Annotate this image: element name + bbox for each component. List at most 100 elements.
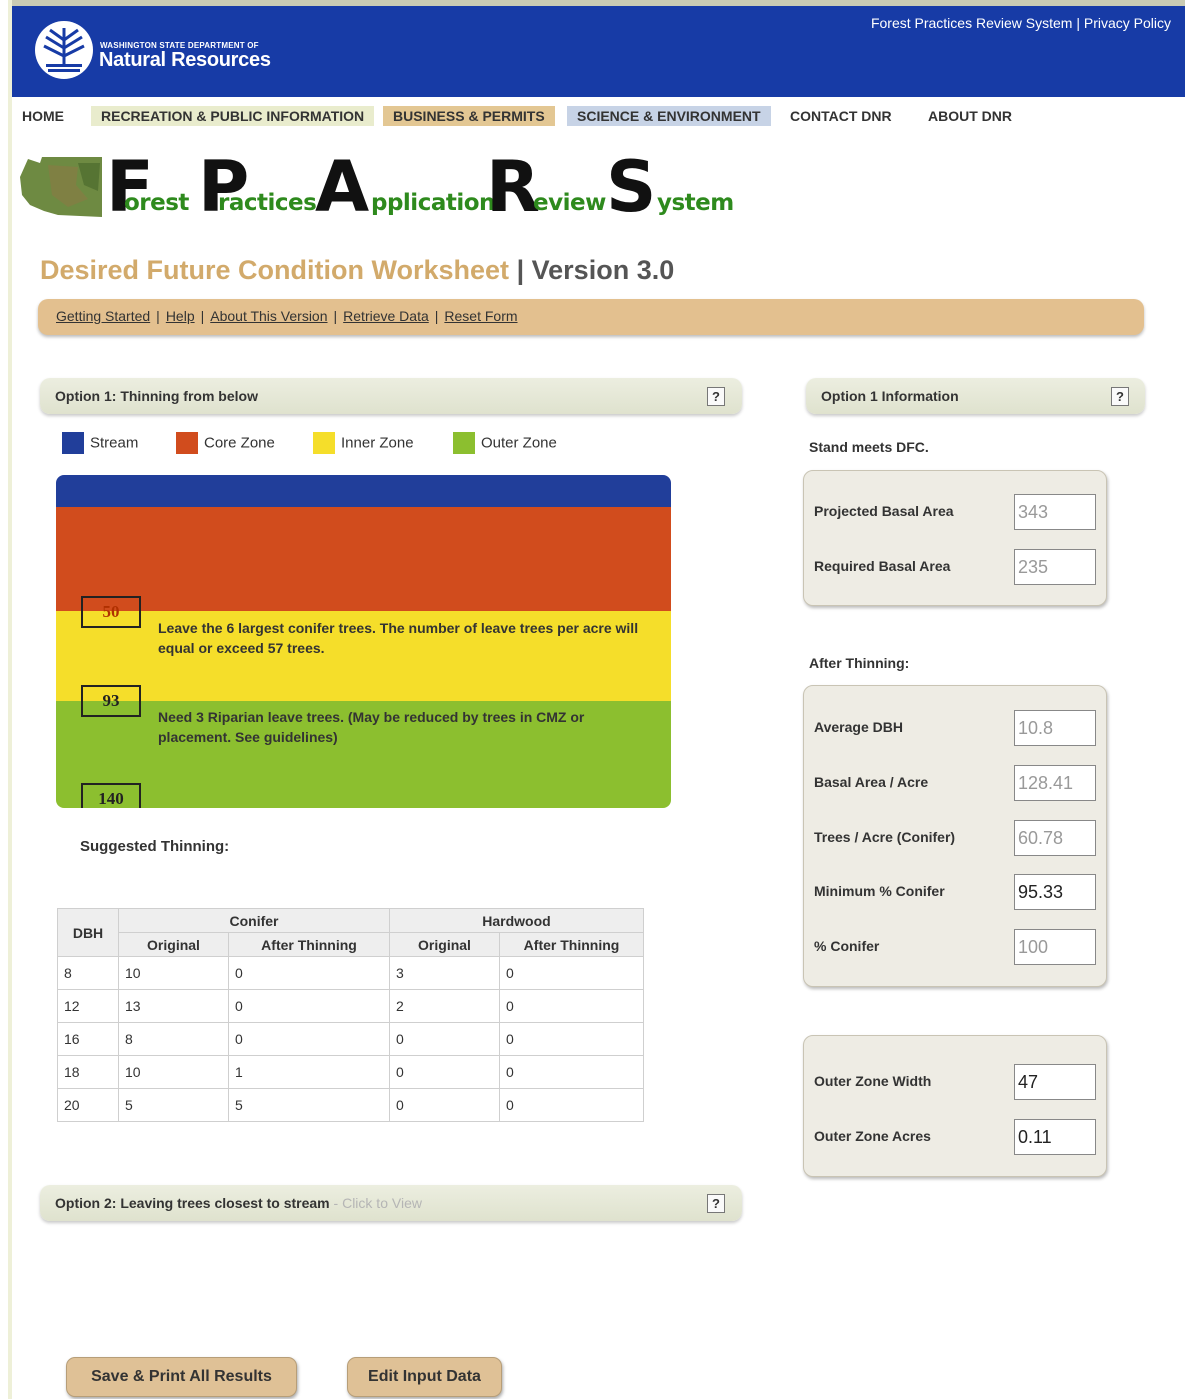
outer-zone-width-field[interactable]	[1014, 1064, 1096, 1100]
nav-about[interactable]: ABOUT DNR	[918, 106, 1022, 126]
required-basal-field[interactable]	[1014, 549, 1096, 585]
outer-zone-acres-field[interactable]	[1014, 1119, 1096, 1155]
dbh-cell: 20	[57, 1088, 119, 1122]
forest-practices-review-link[interactable]: Forest Practices Review System	[871, 15, 1073, 31]
table-cell: 0	[228, 1022, 390, 1056]
table-cell: 2	[389, 989, 500, 1023]
table-cell: 0	[228, 989, 390, 1023]
link-separator: |	[1076, 15, 1084, 31]
banner-letter-a: A	[315, 146, 369, 228]
table-cell: 0	[499, 989, 644, 1023]
hardwood-header: Hardwood	[389, 908, 644, 933]
minimum-conifer-field[interactable]	[1014, 874, 1096, 910]
table-cell: 10	[118, 956, 229, 990]
about-version-link[interactable]: About This Version	[210, 308, 327, 324]
help-link[interactable]: Help	[166, 308, 195, 324]
table-cell: 0	[228, 956, 390, 990]
banner-word-pplication: pplication	[371, 190, 495, 216]
table-cell: 13	[118, 989, 229, 1023]
nav-contact[interactable]: CONTACT DNR	[780, 106, 902, 126]
privacy-policy-link[interactable]: Privacy Policy	[1084, 15, 1171, 31]
table-row: 18 10 1 0 0	[57, 1055, 644, 1089]
table-cell: 0	[389, 1055, 500, 1089]
info-help-icon[interactable]: ?	[1111, 387, 1129, 406]
toolbar-separator: |	[156, 308, 160, 324]
dfc-status: Stand meets DFC.	[809, 439, 929, 455]
dbh-cell: 12	[57, 989, 119, 1023]
after-thinning-box: Average DBH Basal Area / Acre Trees / Ac…	[803, 685, 1107, 987]
dbh-header: DBH	[57, 908, 119, 957]
basal-area-acre-label: Basal Area / Acre	[814, 774, 929, 790]
projected-basal-label: Projected Basal Area	[814, 503, 954, 519]
hardwood-original-header: Original	[389, 932, 500, 957]
option1-info-header: Option 1 Information ?	[806, 378, 1145, 414]
table-row: 12 13 0 2 0	[57, 989, 644, 1023]
dbh-cell: 18	[57, 1055, 119, 1089]
option1-help-icon[interactable]: ?	[707, 387, 725, 406]
projected-basal-field[interactable]	[1014, 494, 1096, 530]
average-dbh-label: Average DBH	[814, 719, 903, 735]
zone-diagram: 50 93 140 Leave the 6 largest conifer tr…	[56, 475, 671, 808]
site-header: WASHINGTON STATE DEPARTMENT OF Natural R…	[12, 6, 1185, 97]
banner-letter-s: S	[606, 146, 656, 228]
toolbar-separator: |	[200, 308, 205, 324]
worksheet-title: Desired Future Condition Worksheet	[40, 255, 510, 285]
trees-per-acre-field[interactable]	[1014, 820, 1096, 856]
nav-home[interactable]: HOME	[12, 106, 74, 126]
table-cell: 10	[118, 1055, 229, 1089]
dbh-cell: 16	[57, 1022, 119, 1056]
dnr-logo-icon[interactable]	[34, 20, 94, 80]
outer-zone-box: Outer Zone Width Outer Zone Acres	[803, 1035, 1107, 1177]
core-zone-width: 50	[81, 596, 141, 628]
suggested-thinning-label: Suggested Thinning:	[80, 838, 230, 855]
legend-stream: Stream	[62, 432, 138, 454]
table-cell: 8	[118, 1022, 229, 1056]
table-cell: 5	[118, 1088, 229, 1122]
average-dbh-field[interactable]	[1014, 710, 1096, 746]
option2-click-hint[interactable]: - Click to View	[330, 1195, 422, 1211]
option2-help-icon[interactable]: ?	[707, 1194, 725, 1213]
legend-label: Outer Zone	[481, 434, 557, 452]
table-cell: 0	[389, 1022, 500, 1056]
option1-title: Option 1: Thinning from below	[55, 388, 258, 404]
table-row: 20 5 5 0 0	[57, 1088, 644, 1122]
percent-conifer-field[interactable]	[1014, 929, 1096, 965]
toolbar-separator: |	[333, 308, 338, 324]
save-print-button[interactable]: Save & Print All Results	[66, 1357, 297, 1397]
option2-panel-header[interactable]: Option 2: Leaving trees closest to strea…	[40, 1185, 742, 1221]
fpars-banner: F orest P ractices A pplication R eview …	[18, 146, 738, 228]
inner-zone-width: 93	[81, 685, 141, 717]
table-cell: 5	[228, 1088, 390, 1122]
conifer-header: Conifer	[118, 908, 390, 933]
getting-started-link[interactable]: Getting Started	[56, 308, 150, 324]
legend-outer-zone: Outer Zone	[453, 432, 557, 454]
basal-area-acre-field[interactable]	[1014, 765, 1096, 801]
banner-word-orest: orest	[124, 190, 189, 216]
banner-word-ractices: ractices	[218, 190, 317, 216]
nav-business-permits[interactable]: BUSINESS & PERMITS	[383, 106, 555, 126]
reset-form-link[interactable]: Reset Form	[444, 308, 517, 324]
table-row: 8 10 0 3 0	[57, 956, 644, 990]
minimum-conifer-label: Minimum % Conifer	[814, 883, 945, 899]
outer-zone-swatch	[453, 432, 475, 454]
dbh-cell: 8	[57, 956, 119, 990]
table-cell: 0	[499, 1022, 644, 1056]
nav-science-environment[interactable]: SCIENCE & ENVIRONMENT	[567, 106, 771, 126]
nav-recreation[interactable]: RECREATION & PUBLIC INFORMATION	[91, 106, 375, 126]
table-row: 16 8 0 0 0	[57, 1022, 644, 1056]
edit-input-button[interactable]: Edit Input Data	[347, 1357, 502, 1397]
option1-panel-header[interactable]: Option 1: Thinning from below ?	[40, 378, 742, 414]
toolbar-separator: |	[434, 308, 439, 324]
worksheet-version: Version 3.0	[531, 255, 675, 285]
header-links: Forest Practices Review System | Privacy…	[871, 15, 1171, 31]
outer-zone-acres-label: Outer Zone Acres	[814, 1128, 931, 1144]
table-cell: 0	[499, 956, 644, 990]
hardwood-after-header: After Thinning	[499, 932, 644, 957]
thinning-table: DBH Conifer Hardwood Original After Thin…	[57, 908, 644, 1122]
title-separator: |	[516, 255, 525, 285]
table-cell: 1	[228, 1055, 390, 1089]
info-title: Option 1 Information	[821, 388, 959, 404]
main-nav: HOME RECREATION & PUBLIC INFORMATION BUS…	[12, 104, 1185, 128]
retrieve-data-link[interactable]: Retrieve Data	[343, 308, 429, 324]
page-title: Desired Future Condition Worksheet | Ver…	[40, 255, 674, 286]
